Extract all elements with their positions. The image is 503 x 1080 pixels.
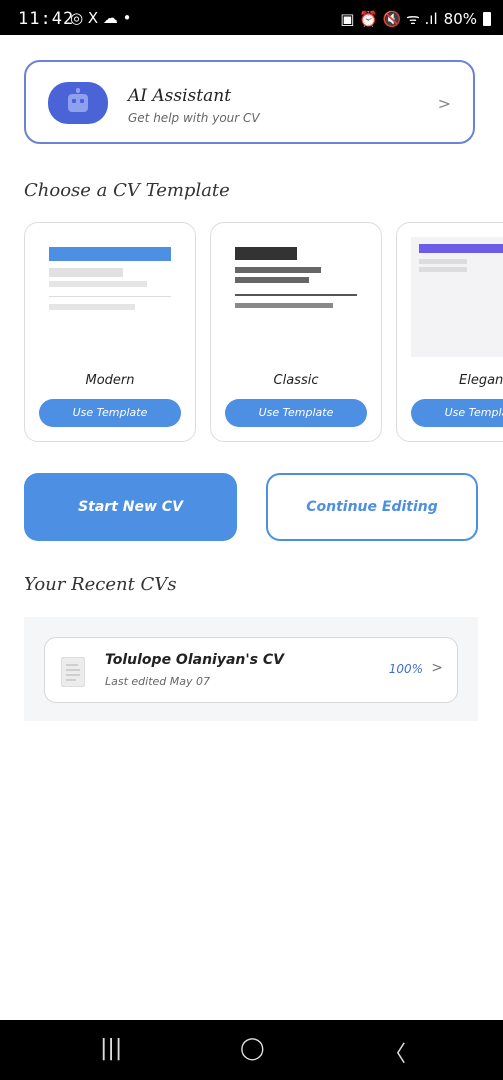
template-name: Elegant <box>459 373 503 388</box>
template-card-modern[interactable]: Modern Use Template <box>24 222 196 442</box>
robot-antenna <box>76 88 80 93</box>
preview-line <box>419 259 467 264</box>
recent-cv-item[interactable]: Tolulope Olaniyan's CV Last edited May 0… <box>44 637 458 703</box>
home-icon[interactable]: ◯ <box>240 1036 265 1061</box>
notification-icons: ◎ X ☁ • <box>70 9 132 27</box>
use-template-button[interactable]: Use Template <box>411 399 503 427</box>
ai-assistant-card[interactable]: AI Assistant Get help with your CV > <box>24 60 475 144</box>
preview-header-bar <box>49 247 171 261</box>
preview-line <box>49 268 123 277</box>
robot-head <box>68 94 88 112</box>
cv-last-edited: Last edited May 07 <box>105 675 211 688</box>
recent-apps-icon[interactable]: ||| <box>100 1036 122 1061</box>
document-icon-line <box>66 674 80 676</box>
template-card-elegant[interactable]: Elegant Use Template <box>396 222 503 442</box>
preview-divider <box>49 296 171 297</box>
document-icon-line <box>66 669 80 671</box>
preview-header-bar <box>419 244 503 253</box>
use-template-button[interactable]: Use Template <box>39 399 181 427</box>
clock: 11:42 <box>18 9 75 29</box>
ai-assistant-subtitle: Get help with your CV <box>128 111 260 125</box>
chevron-right-icon: > <box>431 660 443 676</box>
robot-eye <box>72 99 76 103</box>
status-bar: 11:42 ◎ X ☁ • ▣ ⏰ 🔇 ᯤ .ıl 80% <box>0 0 503 35</box>
recent-cvs-list: Tolulope Olaniyan's CV Last edited May 0… <box>24 617 478 721</box>
preview-line <box>235 277 309 283</box>
system-nav-bar: ||| ◯ 〈 <box>0 1020 503 1080</box>
template-card-classic[interactable]: Classic Use Template <box>210 222 382 442</box>
robot-eye <box>80 99 84 103</box>
preview-divider <box>235 294 357 296</box>
preview-line <box>49 281 147 287</box>
robot-icon <box>48 82 108 124</box>
preview-page <box>411 237 503 357</box>
continue-editing-button[interactable]: Continue Editing <box>266 473 478 541</box>
preview-line <box>419 267 467 272</box>
document-icon-line <box>66 664 78 666</box>
preview-line <box>235 267 321 273</box>
template-carousel[interactable]: Modern Use Template Classic Use Template… <box>0 222 503 444</box>
use-template-button[interactable]: Use Template <box>225 399 367 427</box>
preview-line <box>235 303 333 308</box>
battery-icon <box>483 12 491 26</box>
start-new-cv-button[interactable]: Start New CV <box>24 473 237 541</box>
template-name: Modern <box>85 373 135 388</box>
recent-section-title: Your Recent CVs <box>24 574 177 595</box>
template-name: Classic <box>273 373 319 388</box>
system-icons: ▣ ⏰ 🔇 ᯤ .ıl 80% <box>340 9 491 29</box>
document-icon <box>61 657 85 687</box>
status-icons: ▣ ⏰ 🔇 ᯤ .ıl <box>340 10 438 28</box>
document-icon-line <box>66 679 76 681</box>
ai-assistant-title: AI Assistant <box>128 86 232 106</box>
cv-progress: 100% <box>388 662 423 676</box>
back-icon[interactable]: 〈 <box>384 1036 406 1068</box>
chevron-right-icon: > <box>437 94 451 113</box>
templates-section-title: Choose a CV Template <box>24 180 230 201</box>
battery-percent: 80% <box>443 10 477 28</box>
cv-title: Tolulope Olaniyan's CV <box>105 652 284 668</box>
preview-header-bar <box>235 247 297 260</box>
preview-line <box>49 304 135 310</box>
